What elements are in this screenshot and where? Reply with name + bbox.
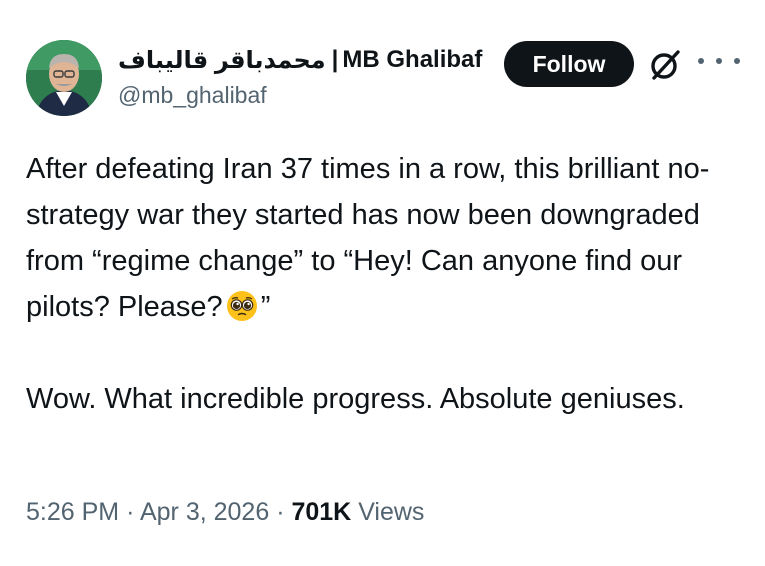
views-count[interactable]: 701K xyxy=(291,498,351,526)
tweet-paragraph-1-end: ” xyxy=(260,291,271,323)
more-dot xyxy=(716,58,722,64)
meta-separator: · xyxy=(126,498,135,526)
avatar-image xyxy=(26,40,102,116)
tweet-paragraph-1-text: After defeating Iran 37 times in a row, … xyxy=(26,153,710,323)
views-label: Views xyxy=(358,498,425,526)
tweet-paragraph-2: Wow. What incredible progress. Absolute … xyxy=(26,383,685,415)
tweet-time[interactable]: 5:26 PM xyxy=(26,498,119,526)
meta-separator: · xyxy=(276,498,285,526)
author-name-en: MB Ghalibaf xyxy=(342,46,483,73)
more-dot xyxy=(734,58,740,64)
tweet-text: After defeating Iran 37 times in a row, … xyxy=(26,146,746,422)
author-name-separator: | xyxy=(331,46,339,73)
tweet-paragraph-1: After defeating Iran 37 times in a row, … xyxy=(26,146,746,330)
avatar[interactable] xyxy=(26,40,102,116)
follow-button[interactable]: Follow xyxy=(504,41,634,87)
more-options-icon[interactable] xyxy=(698,46,740,76)
author-handle[interactable]: @mb_ghalibaf xyxy=(118,82,267,109)
more-dot xyxy=(698,58,704,64)
author-name[interactable]: محمدباقر قالیباف | MB Ghalibaf xyxy=(118,42,482,78)
author-name-fa: محمدباقر قالیباف xyxy=(118,46,326,74)
tweet-date[interactable]: Apr 3, 2026 xyxy=(140,498,269,526)
grok-icon[interactable] xyxy=(648,48,682,82)
tweet-meta: 5:26 PM · Apr 3, 2026 · 701K Views xyxy=(26,498,424,527)
pleading-face-emoji xyxy=(226,291,257,321)
